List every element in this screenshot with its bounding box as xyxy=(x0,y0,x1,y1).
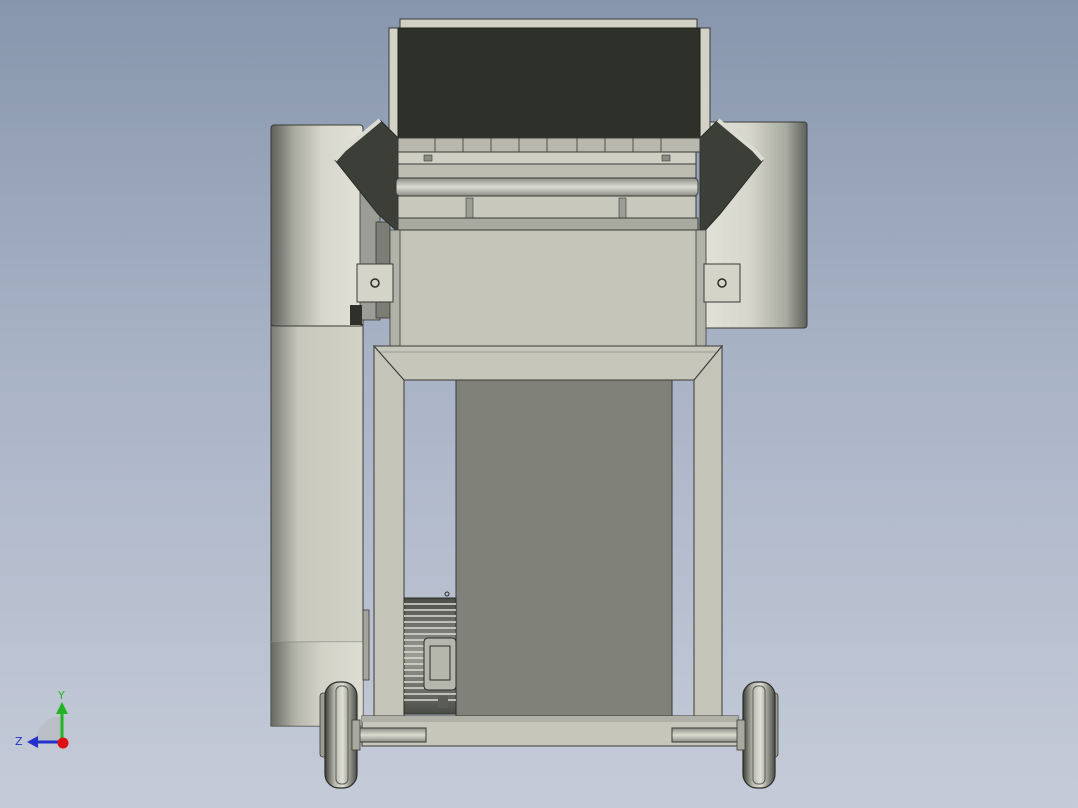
wheel-axle-right xyxy=(671,681,779,789)
cad-viewport[interactable]: Y Z xyxy=(0,0,1078,808)
z-axis-label: Z xyxy=(15,735,23,748)
z-axis-arrowhead xyxy=(27,736,38,748)
left-belt-guard xyxy=(270,321,370,727)
feed-hopper xyxy=(388,18,711,139)
y-axis-label: Y xyxy=(57,689,65,702)
triad-plane-icon xyxy=(36,716,62,742)
main-housing xyxy=(356,229,741,347)
orientation-triad[interactable]: Y Z xyxy=(15,689,69,749)
y-axis-arrowhead xyxy=(56,702,68,714)
x-axis-point xyxy=(57,737,69,749)
roller-section xyxy=(395,137,701,231)
machine-model[interactable]: Y Z xyxy=(0,0,1078,808)
electric-motor xyxy=(403,591,457,715)
